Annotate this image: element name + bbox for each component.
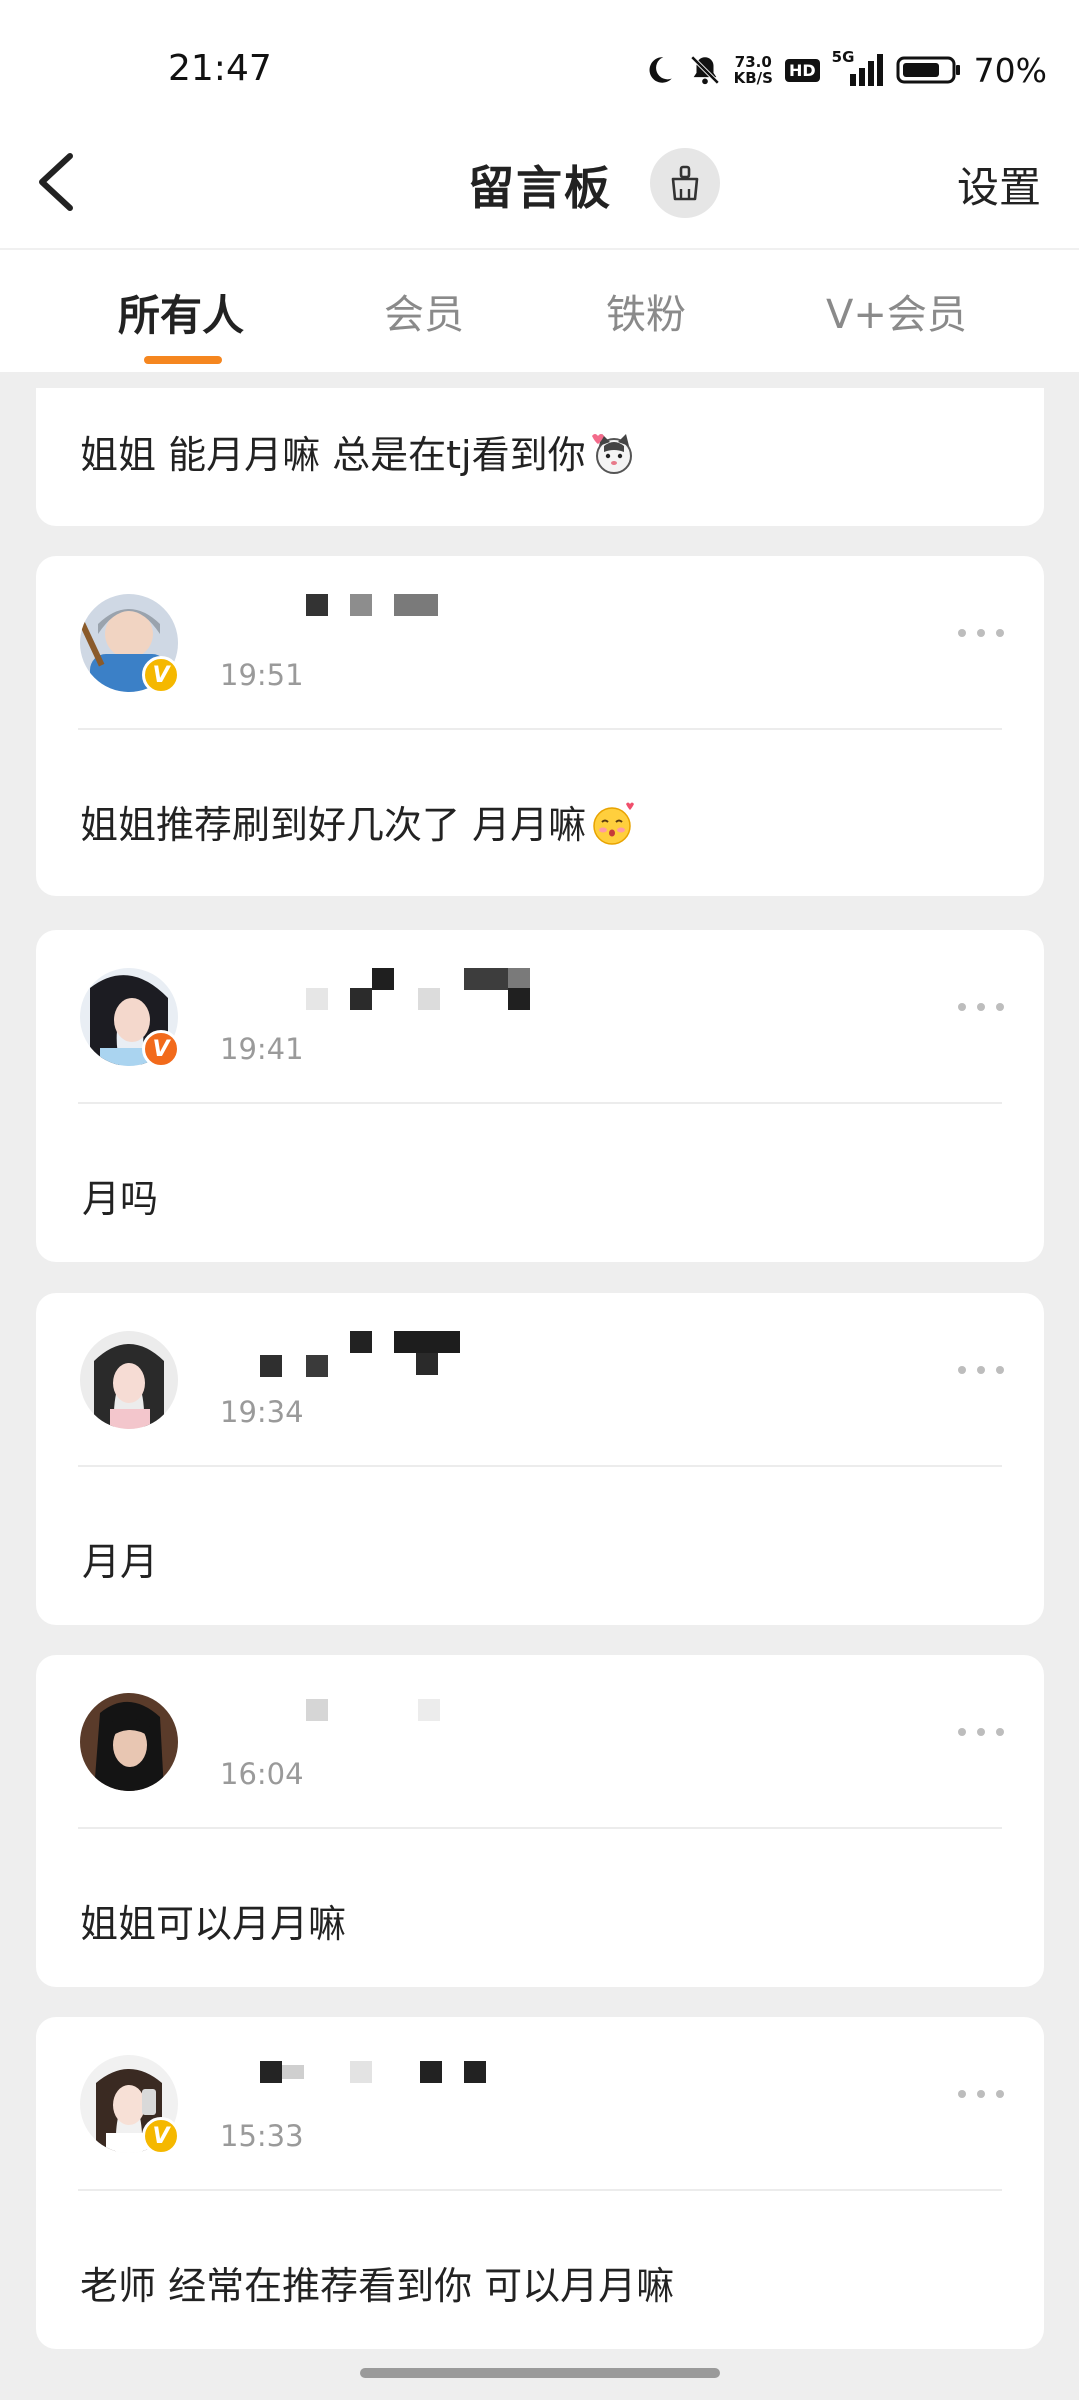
comment-text: 姐姐可以月月嘛 <box>80 1902 347 1946</box>
signal-5g-icon: 5G <box>832 48 884 88</box>
comment-card[interactable]: V 19:51 姐姐推荐刷到好几次了 月月嘛 <box>36 556 1044 896</box>
tab-iron-fans[interactable]: 铁粉 <box>606 282 686 340</box>
verified-badge: V <box>142 1030 180 1068</box>
avatar[interactable] <box>80 1693 178 1791</box>
more-options-icon[interactable] <box>958 1002 1004 1012</box>
page-title: 留言板 <box>468 161 612 215</box>
clear-button[interactable] <box>650 148 720 218</box>
card-divider <box>78 1102 1002 1104</box>
battery-icon <box>896 54 962 86</box>
comment-text: 月月 <box>82 1540 159 1584</box>
status-bar: 21:47 73.0 KB/S HD 5G 70% <box>0 0 1079 140</box>
status-time: 21:47 <box>168 48 272 89</box>
more-options-icon[interactable] <box>958 1727 1004 1737</box>
cat-emoji-icon <box>591 434 632 474</box>
comment-text: 姐姐 能月月嘛 总是在tj看到你 <box>80 433 586 477</box>
network-speed-value: 73.0 <box>734 53 772 71</box>
network-speed-unit: KB/S <box>733 69 773 87</box>
hd-icon: HD <box>784 58 820 82</box>
tab-everyone[interactable]: 所有人 <box>118 282 244 343</box>
comment-card[interactable]: 姐姐 能月月嘛 总是在tj看到你 <box>36 388 1044 526</box>
comment-time: 19:51 <box>220 658 304 692</box>
comment-time: 16:04 <box>220 1757 304 1791</box>
username-redacted <box>224 1331 484 1377</box>
status-icons: 73.0 KB/S HD 5G 70% <box>642 48 1047 92</box>
mute-bell-icon <box>688 53 722 87</box>
network-type-label: 5G <box>831 48 855 66</box>
comment-text-wrap: 姐姐推荐刷到好几次了 月月嘛 <box>80 794 636 849</box>
card-divider <box>78 1827 1002 1829</box>
comment-card[interactable]: V 19:41 月吗 <box>36 930 1044 1262</box>
tab-members[interactable]: 会员 <box>384 282 464 340</box>
more-options-icon[interactable] <box>958 2089 1004 2099</box>
verified-badge: V <box>142 2117 180 2155</box>
avatar[interactable] <box>80 1331 178 1429</box>
comment-time: 19:41 <box>220 1032 304 1066</box>
broom-icon <box>671 165 699 201</box>
comment-time: 15:33 <box>220 2119 304 2153</box>
active-tab-indicator <box>144 356 222 364</box>
comment-text: 老师 经常在推荐看到你 可以月月嘛 <box>80 2264 675 2308</box>
settings-button[interactable]: 设置 <box>957 154 1041 215</box>
comment-text: 月吗 <box>82 1177 159 1221</box>
username-redacted <box>224 1693 484 1737</box>
verified-badge: V <box>142 656 180 694</box>
username-redacted <box>224 968 530 1012</box>
card-divider <box>78 1465 1002 1467</box>
comment-card[interactable]: 16:04 姐姐可以月月嘛 <box>36 1655 1044 1987</box>
kiss-face-emoji-icon <box>593 802 635 845</box>
top-app-bar: 留言板 设置 <box>0 120 1079 248</box>
comment-card[interactable]: V 15:33 老师 经常在推荐看到你 可以月月嘛 <box>36 2017 1044 2349</box>
more-options-icon[interactable] <box>958 628 1004 638</box>
comment-text-wrap: 姐姐 能月月嘛 总是在tj看到你 <box>80 424 636 479</box>
back-button[interactable] <box>30 150 90 214</box>
battery-percent: 70% <box>973 50 1047 90</box>
username-redacted <box>224 2055 486 2099</box>
card-divider <box>78 2189 1002 2191</box>
card-divider <box>78 728 1002 730</box>
comment-time: 19:34 <box>220 1395 304 1429</box>
comment-card[interactable]: 19:34 月月 <box>36 1293 1044 1625</box>
home-indicator[interactable] <box>360 2368 720 2378</box>
username-redacted <box>224 594 484 638</box>
moon-icon <box>642 53 676 87</box>
more-options-icon[interactable] <box>958 1365 1004 1375</box>
message-board-page: 21:47 73.0 KB/S HD 5G 70% 留言板 设置 所有人 会员 … <box>0 0 1079 2400</box>
comment-text: 姐姐推荐刷到好几次了 月月嘛 <box>80 803 587 847</box>
filter-tabs: 所有人 会员 铁粉 V+会员 <box>0 250 1079 372</box>
tab-vplus-members[interactable]: V+会员 <box>826 282 967 340</box>
chevron-left-icon <box>39 153 73 211</box>
network-speed: 73.0 KB/S <box>734 54 773 86</box>
